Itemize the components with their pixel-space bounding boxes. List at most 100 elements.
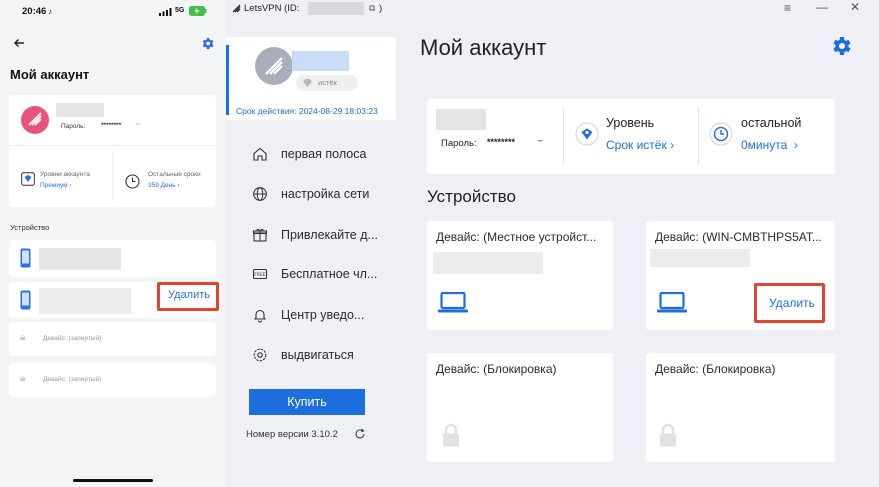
nav-item-invite[interactable]: Привлекайте д... [226,222,396,248]
redacted-id [436,109,486,130]
minimize-icon[interactable]: — [816,0,828,14]
level-label: Уровень [606,116,655,130]
back-arrow-icon[interactable] [13,38,25,48]
nav-item-network[interactable]: настройка сети [226,181,396,207]
laptop-icon [438,292,468,313]
buy-button[interactable]: Купить [249,389,365,415]
devices-header: Устройство [427,187,516,206]
locked-device-label: Девайс: (запертый) [43,335,102,342]
device-card[interactable]: Девайс: (Местное устройст... [427,221,613,330]
signal-icon [159,8,172,16]
nav-label: Центр уведо... [281,308,365,322]
redacted-device [39,288,131,314]
nav-item-free[interactable]: FREE Бесплатное чл... [226,261,396,287]
logo-icon [265,57,283,75]
version-text: Номер версии 3.10.2 [246,429,338,440]
divider [698,107,699,165]
menu-icon[interactable]: ≡ [784,1,791,15]
device-title: Девайс: (Местное устройст... [436,230,597,244]
device-card-locked: Девайс: (Блокировка) [427,353,613,462]
remaining-label: остальной [741,116,802,130]
nav-item-advance[interactable]: выдвигаться [226,342,396,368]
copy-icon[interactable]: ⧉ [369,3,375,14]
bell-icon [253,309,267,323]
mobile-account-card: Пароль: ******** ⌣ Уровни аккаунта Преми… [9,95,216,207]
lock-icon: 🔒︎ [20,373,26,384]
password-label: Пароль: [441,138,477,149]
device-title: Девайс: (Блокировка) [436,362,557,376]
badge-text: истёк [318,78,337,87]
nav-item-home[interactable]: первая полоса [226,141,396,167]
password-value: ******** [487,137,516,147]
eye-toggle-icon[interactable]: ⌣ [537,135,544,146]
mobile-locked-device: 🔒︎ Девайс: (запертый) [9,363,216,397]
mobile-delete-button[interactable]: Удалить [168,289,210,301]
free-icon: FREE [252,268,268,280]
delete-device-button[interactable]: Удалить [769,296,815,310]
gear-icon[interactable] [200,36,215,51]
expiry-text: Срок действия: 2024-08-29 18:03:23 [236,106,378,116]
redacted-id [56,103,104,117]
network-label: 5G [175,7,185,14]
laptop-icon [657,292,687,313]
password-label: Пароль: [61,123,86,130]
battery-icon [189,6,207,16]
globe-icon [253,187,267,201]
gift-icon [252,228,268,242]
mobile-device-row[interactable] [9,240,216,277]
divider [9,145,216,146]
avatar [255,47,293,85]
mobile-locked-device: 🔒︎ Девайс: (запертый) [9,322,216,356]
nav-label: выдвигаться [281,348,354,362]
level-shield-icon [21,172,35,186]
lock-icon: 🔒︎ [20,332,26,343]
bell-muted-icon: ♪ [48,7,52,16]
remaining-label: Остальные сроки [148,171,201,178]
eye-toggle-icon[interactable]: ⌣ [135,119,140,129]
device-card[interactable]: Девайс: (WIN-CMBTHPS5AT... Удалить [646,221,835,330]
main-content: ≡ — ✕ Мой аккаунт Пароль: ******** ⌣ Уро… [396,0,879,487]
mobile-screenshot: 20:46 ♪ 5G Мой аккаунт Пароль: ******** … [0,0,226,487]
clock-icon [709,122,733,146]
remaining-value-link[interactable]: 359 День › [148,182,180,189]
password-value: ******** [101,122,122,129]
divider [563,107,564,165]
logo-icon [28,112,42,126]
remaining-value-link[interactable]: 0минута › [741,138,798,152]
app-logo-icon [232,4,241,13]
device-card-locked: Девайс: (Блокировка) [646,353,835,462]
nav-label: Привлекайте д... [281,228,378,242]
nav-label: первая полоса [281,147,367,161]
redacted-name [292,51,349,71]
redacted-device [650,249,750,267]
nav-label: Бесплатное чл... [281,267,378,281]
lock-icon [443,423,459,447]
level-value-link[interactable]: Срок истёк › [606,138,674,152]
status-badge: истёк [296,75,358,91]
avatar [21,106,49,134]
mobile-status-bar: 20:46 ♪ 5G [0,0,226,24]
level-value-link[interactable]: Премиум › [40,182,72,189]
level-shield-icon [575,122,599,146]
window-title-end: ) [379,3,383,14]
divider [112,151,113,201]
app-sidebar: LetsVPN (ID: ⧉ ) истёк Срок действия: 20… [226,0,396,487]
phone-icon [20,248,31,268]
clock-icon [125,174,140,189]
locked-device-label: Девайс: (запертый) [43,376,102,383]
diamond-icon [303,79,312,87]
redacted-id [308,2,364,15]
device-title: Девайс: (Блокировка) [655,362,776,376]
close-icon[interactable]: ✕ [850,0,860,14]
gear-icon[interactable] [829,34,853,58]
lock-icon [660,423,676,447]
status-time: 20:46 [22,6,47,17]
mobile-devices-header: Устройство [10,223,50,232]
refresh-icon[interactable] [354,428,366,440]
nav-item-notifications[interactable]: Центр уведо... [226,302,396,328]
mobile-page-title: Мой аккаунт [10,67,90,82]
window-title: LetsVPN (ID: [244,3,300,14]
profile-card: истёк Срок действия: 2024-08-29 18:03:23 [226,37,396,120]
account-info-card: Пароль: ******** ⌣ Уровень Срок истёк › … [427,99,835,174]
settings-icon [253,348,267,362]
